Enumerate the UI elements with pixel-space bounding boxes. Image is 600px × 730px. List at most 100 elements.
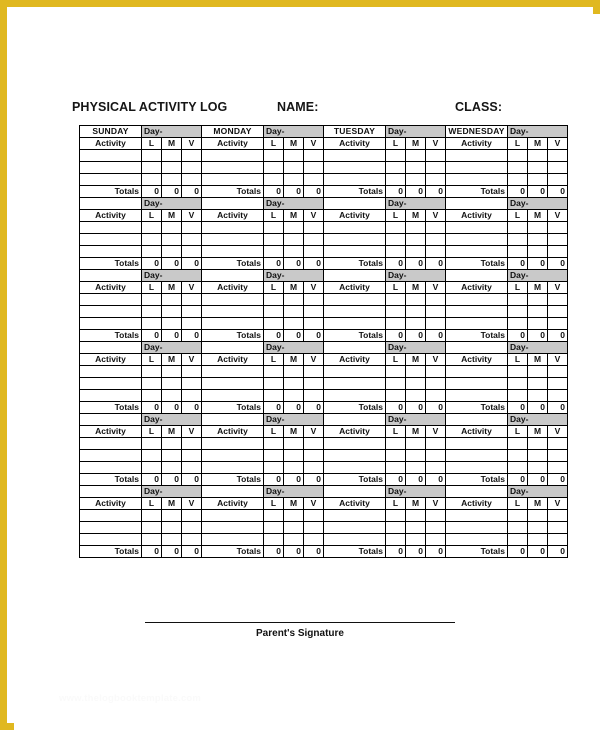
activity-entry-cell[interactable] (201, 365, 264, 378)
day-number-cell[interactable]: Day- (507, 413, 568, 426)
day-number-cell[interactable]: Day- (507, 341, 568, 354)
vigorous-entry-cell[interactable] (425, 389, 446, 402)
light-entry-cell[interactable] (263, 293, 284, 306)
activity-entry-cell[interactable] (79, 293, 142, 306)
activity-entry-cell[interactable] (201, 437, 264, 450)
vigorous-entry-cell[interactable] (425, 509, 446, 522)
vigorous-entry-cell[interactable] (303, 509, 324, 522)
light-entry-cell[interactable] (141, 389, 162, 402)
moderate-entry-cell[interactable] (527, 377, 548, 390)
vigorous-entry-cell[interactable] (181, 149, 202, 162)
day-number-cell[interactable]: Day- (507, 197, 568, 210)
vigorous-entry-cell[interactable] (303, 533, 324, 546)
light-entry-cell[interactable] (507, 365, 528, 378)
moderate-entry-cell[interactable] (527, 509, 548, 522)
activity-entry-cell[interactable] (79, 221, 142, 234)
activity-entry-cell[interactable] (79, 365, 142, 378)
activity-entry-cell[interactable] (323, 437, 386, 450)
moderate-entry-cell[interactable] (527, 461, 548, 474)
light-entry-cell[interactable] (385, 161, 406, 174)
light-entry-cell[interactable] (263, 509, 284, 522)
light-entry-cell[interactable] (385, 461, 406, 474)
moderate-entry-cell[interactable] (283, 389, 304, 402)
vigorous-entry-cell[interactable] (303, 389, 324, 402)
activity-entry-cell[interactable] (445, 521, 508, 534)
light-entry-cell[interactable] (385, 149, 406, 162)
light-entry-cell[interactable] (141, 173, 162, 186)
moderate-entry-cell[interactable] (161, 221, 182, 234)
vigorous-entry-cell[interactable] (181, 437, 202, 450)
moderate-entry-cell[interactable] (527, 521, 548, 534)
light-entry-cell[interactable] (263, 221, 284, 234)
activity-entry-cell[interactable] (445, 533, 508, 546)
vigorous-entry-cell[interactable] (181, 233, 202, 246)
activity-entry-cell[interactable] (201, 161, 264, 174)
moderate-entry-cell[interactable] (161, 449, 182, 462)
activity-entry-cell[interactable] (201, 389, 264, 402)
vigorous-entry-cell[interactable] (181, 293, 202, 306)
moderate-entry-cell[interactable] (527, 365, 548, 378)
day-number-cell[interactable]: Day- (507, 125, 568, 138)
vigorous-entry-cell[interactable] (303, 161, 324, 174)
light-entry-cell[interactable] (385, 377, 406, 390)
vigorous-entry-cell[interactable] (181, 305, 202, 318)
day-number-cell[interactable]: Day- (141, 341, 202, 354)
day-number-cell[interactable]: Day- (385, 269, 446, 282)
moderate-entry-cell[interactable] (161, 245, 182, 258)
vigorous-entry-cell[interactable] (547, 449, 568, 462)
vigorous-entry-cell[interactable] (547, 437, 568, 450)
light-entry-cell[interactable] (263, 317, 284, 330)
light-entry-cell[interactable] (507, 509, 528, 522)
light-entry-cell[interactable] (507, 233, 528, 246)
vigorous-entry-cell[interactable] (303, 449, 324, 462)
vigorous-entry-cell[interactable] (303, 521, 324, 534)
moderate-entry-cell[interactable] (283, 293, 304, 306)
activity-entry-cell[interactable] (201, 377, 264, 390)
activity-entry-cell[interactable] (323, 461, 386, 474)
moderate-entry-cell[interactable] (405, 221, 426, 234)
light-entry-cell[interactable] (141, 461, 162, 474)
moderate-entry-cell[interactable] (405, 365, 426, 378)
moderate-entry-cell[interactable] (527, 161, 548, 174)
activity-entry-cell[interactable] (445, 161, 508, 174)
day-number-cell[interactable]: Day- (263, 485, 324, 498)
light-entry-cell[interactable] (263, 461, 284, 474)
moderate-entry-cell[interactable] (161, 233, 182, 246)
day-number-cell[interactable]: Day- (507, 485, 568, 498)
moderate-entry-cell[interactable] (405, 149, 426, 162)
moderate-entry-cell[interactable] (161, 173, 182, 186)
light-entry-cell[interactable] (141, 365, 162, 378)
day-number-cell[interactable]: Day- (141, 197, 202, 210)
light-entry-cell[interactable] (507, 317, 528, 330)
vigorous-entry-cell[interactable] (425, 221, 446, 234)
activity-entry-cell[interactable] (445, 317, 508, 330)
vigorous-entry-cell[interactable] (303, 437, 324, 450)
light-entry-cell[interactable] (141, 233, 162, 246)
vigorous-entry-cell[interactable] (303, 317, 324, 330)
vigorous-entry-cell[interactable] (181, 245, 202, 258)
vigorous-entry-cell[interactable] (303, 221, 324, 234)
signature-line[interactable] (145, 622, 455, 623)
activity-entry-cell[interactable] (323, 509, 386, 522)
light-entry-cell[interactable] (263, 173, 284, 186)
vigorous-entry-cell[interactable] (425, 173, 446, 186)
day-number-cell[interactable]: Day- (507, 269, 568, 282)
light-entry-cell[interactable] (507, 305, 528, 318)
activity-entry-cell[interactable] (323, 521, 386, 534)
vigorous-entry-cell[interactable] (181, 221, 202, 234)
moderate-entry-cell[interactable] (527, 149, 548, 162)
vigorous-entry-cell[interactable] (181, 389, 202, 402)
light-entry-cell[interactable] (141, 377, 162, 390)
activity-entry-cell[interactable] (201, 149, 264, 162)
vigorous-entry-cell[interactable] (181, 521, 202, 534)
vigorous-entry-cell[interactable] (303, 149, 324, 162)
moderate-entry-cell[interactable] (527, 293, 548, 306)
activity-entry-cell[interactable] (79, 437, 142, 450)
activity-entry-cell[interactable] (445, 149, 508, 162)
moderate-entry-cell[interactable] (527, 437, 548, 450)
activity-entry-cell[interactable] (79, 317, 142, 330)
activity-entry-cell[interactable] (79, 149, 142, 162)
activity-entry-cell[interactable] (79, 161, 142, 174)
activity-entry-cell[interactable] (201, 233, 264, 246)
moderate-entry-cell[interactable] (161, 377, 182, 390)
